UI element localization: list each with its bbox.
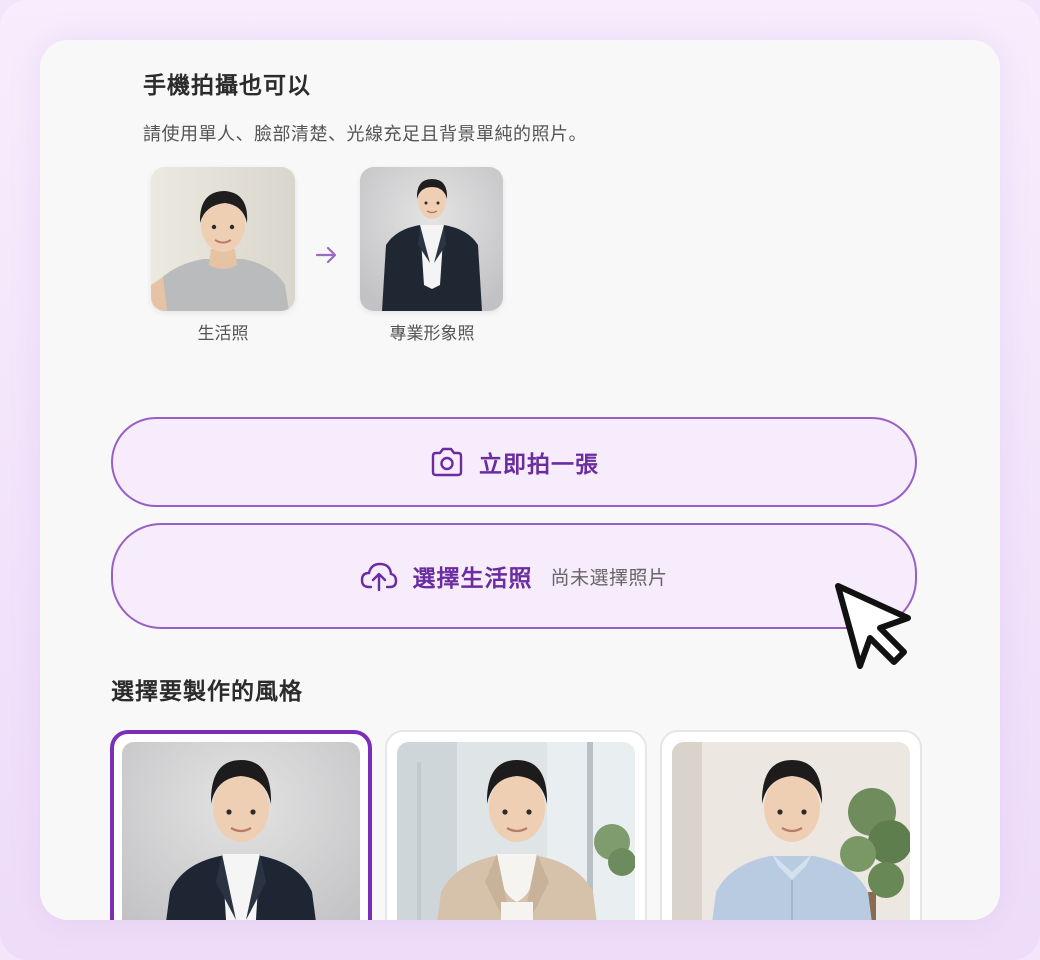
style-preview-image — [122, 742, 360, 920]
style-option-beige-blazer[interactable] — [385, 730, 647, 920]
style-preview-image — [672, 742, 910, 920]
style-option-light-shirt[interactable] — [660, 730, 922, 920]
style-option-dark-suit[interactable] — [110, 730, 372, 920]
professional-photo-example — [360, 167, 503, 311]
style-preview-image — [397, 742, 635, 920]
photo-guidelines: 請使用單人、臉部清楚、光線充足且背景單純的照片。 — [143, 124, 587, 145]
choose-photo-button[interactable]: 選擇生活照 尚未選擇照片 — [111, 523, 917, 629]
arrow-right-icon — [315, 246, 337, 264]
upload-cloud-icon — [361, 562, 398, 592]
professional-photo-label: 專業形象照 — [389, 324, 475, 344]
style-section-title: 選擇要製作的風格 — [111, 679, 303, 705]
take-photo-button[interactable]: 立即拍一張 — [111, 417, 917, 507]
selection-status: 尚未選擇照片 — [550, 566, 668, 589]
camera-icon — [431, 447, 463, 477]
take-photo-label: 立即拍一張 — [479, 452, 599, 478]
casual-photo-example — [151, 167, 295, 311]
mouse-pointer-icon — [835, 583, 911, 669]
casual-photo-label: 生活照 — [197, 324, 249, 344]
choose-photo-label: 選擇生活照 — [412, 566, 533, 592]
upload-card: 手機拍攝也可以 請使用單人、臉部清楚、光線充足且背景單純的照片。 生活照 專業形… — [40, 40, 1000, 920]
page-title: 手機拍攝也可以 — [143, 73, 311, 99]
